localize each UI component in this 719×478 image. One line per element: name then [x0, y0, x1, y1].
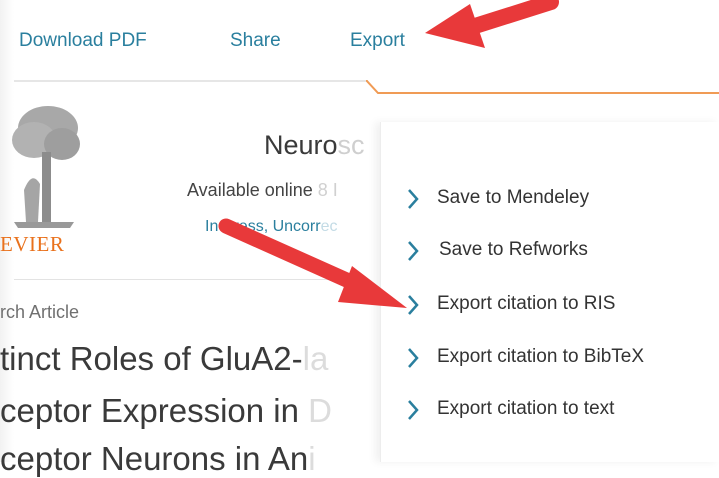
red-arrow-icon — [218, 218, 407, 308]
annotation-arrows — [218, 0, 559, 308]
red-arrow-icon — [425, 0, 559, 48]
